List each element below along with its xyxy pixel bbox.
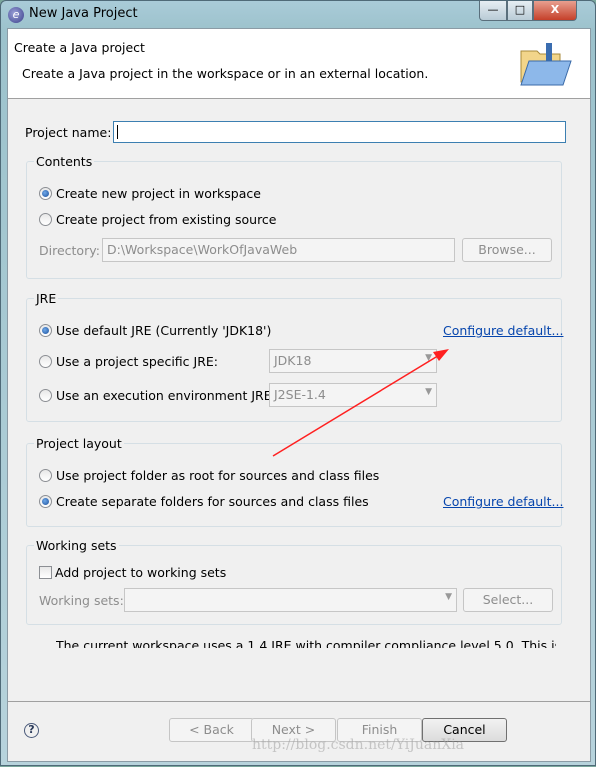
- working-sets-select[interactable]: ▼: [124, 588, 457, 612]
- default-jre-radio[interactable]: [39, 324, 52, 337]
- wizard-description: Create a Java project in the workspace o…: [22, 66, 429, 81]
- env-jre-label: Use an execution environment JRE:: [56, 388, 276, 403]
- browse-button[interactable]: Browse...: [462, 238, 552, 262]
- maximize-button[interactable]: □: [507, 1, 533, 21]
- jre-title: JRE: [34, 291, 59, 306]
- create-existing-radio[interactable]: [39, 213, 52, 226]
- project-name-label: Project name:: [25, 125, 112, 140]
- chevron-down-icon: ▼: [425, 353, 432, 363]
- configure-jre-link[interactable]: Configure default...: [443, 323, 563, 338]
- separate-folders-radio[interactable]: [39, 495, 52, 508]
- dialog-window: e New Java Project — □ X Create a Java p…: [0, 0, 596, 766]
- compliance-warning: The current workspace uses a 1.4 JRE wit…: [56, 640, 556, 648]
- env-jre-radio[interactable]: [39, 389, 52, 402]
- root-folder-radio[interactable]: [39, 469, 52, 482]
- watermark: http://blog.csdn.net/YiJuanXia: [252, 737, 465, 753]
- layout-title: Project layout: [34, 436, 124, 451]
- directory-label: Directory:: [39, 243, 100, 258]
- working-sets-group: [26, 545, 562, 625]
- env-jre-select[interactable]: J2SE-1.4 ▼: [269, 383, 437, 407]
- eclipse-icon: e: [8, 7, 24, 23]
- configure-layout-link[interactable]: Configure default...: [443, 494, 563, 509]
- contents-title: Contents: [34, 154, 95, 169]
- back-button[interactable]: < Back: [169, 718, 254, 742]
- help-icon[interactable]: ?: [24, 723, 39, 738]
- wizard-title: Create a Java project: [14, 40, 145, 55]
- root-folder-label: Use project folder as root for sources a…: [56, 468, 380, 483]
- add-working-sets-checkbox[interactable]: [39, 566, 52, 579]
- project-name-input[interactable]: [113, 121, 566, 143]
- create-new-radio[interactable]: [39, 187, 52, 200]
- separate-folders-label: Create separate folders for sources and …: [56, 494, 369, 509]
- window-title: New Java Project: [29, 6, 138, 21]
- minimize-icon: —: [487, 3, 499, 16]
- minimize-button[interactable]: —: [479, 1, 507, 21]
- maximize-icon: □: [514, 3, 526, 16]
- create-existing-label: Create project from existing source: [56, 212, 277, 227]
- wizard-header: Create a Java project Create a Java proj…: [8, 29, 590, 99]
- create-new-label: Create new project in workspace: [56, 186, 261, 201]
- directory-input[interactable]: D:\Workspace\WorkOfJavaWeb: [102, 238, 455, 262]
- layout-group: [26, 443, 562, 527]
- dialog-client: Create a Java project Create a Java proj…: [7, 28, 591, 762]
- close-button[interactable]: X: [533, 1, 577, 21]
- specific-jre-select[interactable]: JDK18 ▼: [269, 349, 437, 373]
- add-working-sets-label: Add project to working sets: [55, 565, 227, 580]
- chevron-down-icon: ▼: [425, 387, 432, 397]
- chevron-down-icon: ▼: [445, 592, 452, 602]
- specific-jre-label: Use a project specific JRE:: [56, 354, 218, 369]
- select-working-sets-button[interactable]: Select...: [463, 588, 553, 612]
- specific-jre-radio[interactable]: [39, 355, 52, 368]
- close-icon: X: [550, 3, 560, 16]
- java-project-folder-icon: [520, 43, 572, 86]
- working-sets-label: Working sets:: [39, 593, 124, 608]
- working-sets-title: Working sets: [34, 538, 119, 553]
- default-jre-label: Use default JRE (Currently 'JDK18'): [56, 323, 272, 338]
- divider: [8, 701, 590, 702]
